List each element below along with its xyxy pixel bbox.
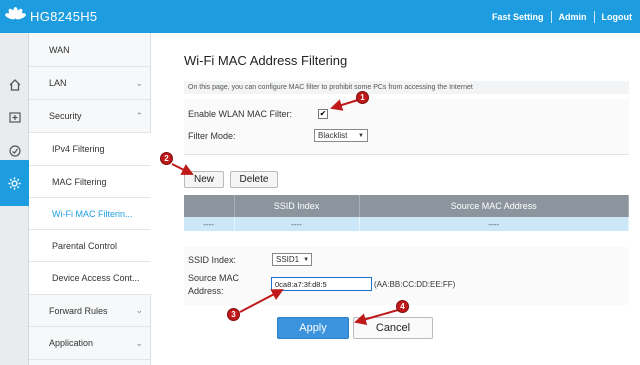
nav-item-label: IPv4 Filtering xyxy=(52,144,105,154)
chevron-down-icon: ⌄ xyxy=(135,337,143,348)
top-links: Fast Setting Admin Logout xyxy=(492,11,632,23)
ssid-index-label: SSID Index: xyxy=(188,255,237,265)
nav-item-device-access-control[interactable]: Device Access Cont... xyxy=(29,262,151,295)
annotation-badge-4: 4 xyxy=(396,300,409,313)
table-header-ssid-index: SSID Index xyxy=(234,195,360,217)
nav-item-security[interactable]: Security ⌃ xyxy=(29,100,151,133)
dropdown-arrow-icon: ▼ xyxy=(358,132,364,139)
table-header-row: SSID Index Source MAC Address xyxy=(184,195,629,217)
huawei-logo-icon xyxy=(4,6,27,26)
main-panel: Wi-Fi MAC Address Filtering On this page… xyxy=(151,33,640,365)
chevron-up-icon: ⌃ xyxy=(135,110,143,121)
nav-item-ipv4-filtering[interactable]: IPv4 Filtering xyxy=(29,133,151,166)
annotation-badge-2: 2 xyxy=(160,152,173,165)
cancel-button[interactable]: Cancel xyxy=(353,317,433,339)
enable-filter-checkbox[interactable]: ✔ xyxy=(318,109,328,119)
filter-mode-value: Blacklist xyxy=(318,131,348,140)
ssid-index-value: SSID1 xyxy=(276,255,300,264)
table-header-select xyxy=(184,195,235,217)
annotation-badge-1: 1 xyxy=(356,91,369,104)
admin-link[interactable]: Admin xyxy=(559,12,587,22)
mac-entry-form: SSID Index: SSID1 ▼ Source MAC Address: … xyxy=(184,247,629,305)
table-header-source-mac: Source MAC Address xyxy=(359,195,629,217)
source-mac-label-line2: Address: xyxy=(188,286,224,296)
table-cell: ---- xyxy=(234,217,360,231)
apply-button[interactable]: Apply xyxy=(277,317,349,339)
top-bar: HG8245H5 Fast Setting Admin Logout xyxy=(0,0,640,33)
nav-item-label: Forward Rules xyxy=(49,305,108,316)
nav-menu: WAN LAN ⌄ Security ⌃ IPv4 Filtering MAC … xyxy=(29,33,151,365)
filter-mode-select[interactable]: Blacklist ▼ xyxy=(314,129,368,142)
fast-setting-link[interactable]: Fast Setting xyxy=(492,12,544,22)
ssid-index-select[interactable]: SSID1 ▼ xyxy=(272,253,312,266)
nav-item-label: WAN xyxy=(49,44,70,55)
table-cell: ---- xyxy=(359,217,629,231)
divider xyxy=(550,11,552,23)
brand-name: HG8245H5 xyxy=(30,8,98,24)
table-row[interactable]: ---- ---- ---- xyxy=(184,217,629,231)
nav-item-label: MAC Filtering xyxy=(52,176,107,187)
enable-filter-label: Enable WLAN MAC Filter: xyxy=(188,109,293,119)
brand: HG8245H5 xyxy=(4,6,98,26)
delete-button[interactable]: Delete xyxy=(230,171,278,188)
nav-item-label: Application xyxy=(49,338,94,348)
nav-item-label: Parental Control xyxy=(52,240,118,251)
nav-item-label: Security xyxy=(49,111,82,121)
chevron-down-icon: ⌄ xyxy=(135,305,143,315)
chevron-down-icon: ⌄ xyxy=(135,77,143,88)
nav-item-label: Device Access Cont... xyxy=(52,273,140,283)
table-cell: ---- xyxy=(184,217,235,231)
source-mac-label: Source MAC xyxy=(188,273,240,283)
nav-item-lan[interactable]: LAN ⌄ xyxy=(29,67,151,100)
page-description: On this page, you can configure MAC filt… xyxy=(184,81,629,94)
nav-item-wan[interactable]: WAN xyxy=(29,33,151,67)
filter-settings-form: Enable WLAN MAC Filter: ✔ Filter Mode: B… xyxy=(184,99,629,155)
nav-item-parental-control[interactable]: Parental Control xyxy=(29,230,151,262)
plus-box-icon[interactable] xyxy=(0,101,29,133)
source-mac-format-hint: (AA:BB:CC:DD:EE:FF) xyxy=(374,280,456,289)
home-icon[interactable] xyxy=(0,69,29,101)
logout-link[interactable]: Logout xyxy=(602,12,633,22)
filter-mode-label: Filter Mode: xyxy=(188,131,236,141)
nav-item-label: Wi-Fi MAC Filterin... xyxy=(52,208,133,219)
nav-item-wifi-mac-filtering[interactable]: Wi-Fi MAC Filterin... xyxy=(29,198,151,230)
new-button[interactable]: New xyxy=(184,171,224,188)
page-title: Wi-Fi MAC Address Filtering xyxy=(184,53,348,68)
dropdown-arrow-icon: ▼ xyxy=(303,256,310,263)
gear-icon[interactable] xyxy=(0,160,29,206)
nav-item-label: LAN xyxy=(49,78,67,88)
icon-sidebar xyxy=(0,33,29,365)
mac-filter-table: SSID Index Source MAC Address ---- ---- … xyxy=(184,195,629,231)
annotation-badge-3: 3 xyxy=(227,308,240,321)
divider xyxy=(593,11,595,23)
nav-item-mac-filtering[interactable]: MAC Filtering xyxy=(29,166,151,198)
nav-item-forward-rules[interactable]: Forward Rules ⌄ xyxy=(29,295,151,327)
nav-item-application[interactable]: Application ⌄ xyxy=(29,327,151,360)
source-mac-input[interactable]: 0ca8:a7:3f:d8:5 xyxy=(271,277,372,291)
